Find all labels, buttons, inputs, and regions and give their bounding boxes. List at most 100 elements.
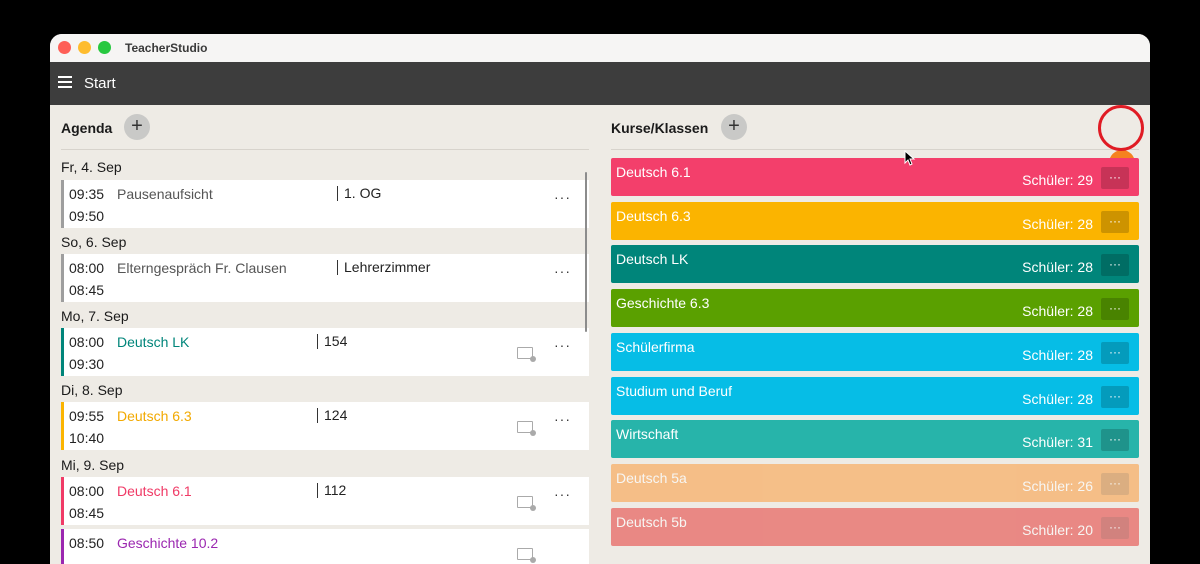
course-card[interactable]: Deutsch LK Schüler: 28 ··· <box>611 245 1139 284</box>
agenda-title: Agenda <box>61 120 113 136</box>
entry-end-time: 09:50 <box>69 208 105 224</box>
entry-end-time: 10:40 <box>69 430 105 446</box>
entry-room: 112 <box>317 483 346 498</box>
entry-subject: Deutsch LK <box>117 334 190 350</box>
agenda-entry[interactable]: 08:00 08:45 Elterngespräch Fr. Clausen L… <box>61 254 589 302</box>
entry-subject: Elterngespräch Fr. Clausen <box>117 260 287 276</box>
course-card[interactable]: Wirtschaft Schüler: 31 ··· <box>611 420 1139 459</box>
course-name: Schülerfirma <box>616 338 695 355</box>
entry-color-bar <box>61 254 64 302</box>
entry-start-time: 08:00 <box>69 260 105 276</box>
course-name: Wirtschaft <box>616 426 679 443</box>
entry-subject: Deutsch 6.1 <box>117 483 192 499</box>
entry-color-bar <box>61 328 64 376</box>
course-more-button[interactable]: ··· <box>1101 516 1129 539</box>
app-title: TeacherStudio <box>125 41 208 55</box>
course-card[interactable]: Deutsch 5b Schüler: 20 ··· <box>611 507 1139 546</box>
entry-more-button[interactable]: ··· <box>554 263 571 279</box>
hamburger-icon[interactable] <box>58 76 72 88</box>
courses-title: Kurse/Klassen <box>611 120 709 136</box>
page-title: Start <box>84 75 116 92</box>
student-count: Schüler: 29 <box>1022 172 1093 188</box>
entry-color-bar <box>61 402 64 450</box>
student-count: Schüler: 28 <box>1022 215 1093 232</box>
course-more-button[interactable]: ··· <box>1101 429 1129 452</box>
course-card[interactable]: Deutsch 6.3 Schüler: 28 ··· <box>611 201 1139 240</box>
agenda-day-label: Fr, 4. Sep <box>61 159 122 175</box>
agenda-day-label: Mo, 7. Sep <box>61 308 129 324</box>
id-card-icon[interactable] <box>517 347 536 362</box>
entry-color-bar <box>61 180 64 228</box>
student-count: Schüler: 28 <box>1022 390 1093 407</box>
course-card[interactable]: Schülerfirma Schüler: 28 ··· <box>611 332 1139 371</box>
title-bar: TeacherStudio <box>50 34 1150 62</box>
course-card[interactable]: Deutsch 5a Schüler: 26 ··· <box>611 463 1139 502</box>
course-card[interactable]: Deutsch 6.1 Schüler: 29 ··· <box>611 158 1139 196</box>
entry-end-time: 09:30 <box>69 356 105 372</box>
agenda-scrollbar[interactable] <box>585 172 587 332</box>
mouse-cursor-icon <box>904 150 916 166</box>
minimize-window-button[interactable] <box>78 41 91 54</box>
course-more-button[interactable]: ··· <box>1101 254 1129 277</box>
entry-subject: Pausenaufsicht <box>117 186 213 202</box>
entry-more-button[interactable]: ··· <box>554 189 571 205</box>
app-window: TeacherStudio Start Agenda + Fr, 4. Sep … <box>50 34 1150 564</box>
entry-color-bar <box>61 477 64 525</box>
entry-room: 1. OG <box>337 186 381 201</box>
entry-subject: Deutsch 6.3 <box>117 408 192 424</box>
entry-room: 124 <box>317 408 347 423</box>
entry-more-button[interactable]: ··· <box>554 486 571 502</box>
student-count: Schüler: 28 <box>1022 259 1093 276</box>
student-count: Schüler: 31 <box>1022 434 1093 451</box>
agenda-divider <box>61 149 589 150</box>
id-card-icon[interactable] <box>517 421 536 436</box>
student-count: Schüler: 28 <box>1022 303 1093 320</box>
course-card[interactable]: Geschichte 6.3 Schüler: 28 ··· <box>611 289 1139 328</box>
courses-divider <box>611 149 1139 150</box>
entry-start-time: 09:55 <box>69 408 105 424</box>
entry-start-time: 08:50 <box>69 535 105 551</box>
course-name: Deutsch 5b <box>616 513 687 530</box>
entry-more-button[interactable]: ··· <box>554 337 571 353</box>
agenda-day-label: Mi, 9. Sep <box>61 457 125 473</box>
agenda-day-label: So, 6. Sep <box>61 234 127 250</box>
course-card[interactable]: Studium und Beruf Schüler: 28 ··· <box>611 376 1139 415</box>
add-course-button[interactable]: + <box>721 114 747 140</box>
entry-start-time: 08:00 <box>69 334 105 350</box>
entry-room: Lehrerzimmer <box>337 260 430 275</box>
agenda-day-label: Di, 8. Sep <box>61 382 123 398</box>
course-more-button[interactable]: ··· <box>1101 167 1129 189</box>
course-name: Deutsch LK <box>616 251 689 268</box>
id-card-icon[interactable] <box>517 496 536 511</box>
course-more-button[interactable]: ··· <box>1101 298 1129 321</box>
student-count: Schüler: 28 <box>1022 346 1093 363</box>
add-agenda-button[interactable]: + <box>124 114 150 140</box>
student-count: Schüler: 20 <box>1022 521 1093 538</box>
entry-room: 154 <box>317 334 347 349</box>
entry-color-bar <box>61 529 64 564</box>
close-window-button[interactable] <box>58 41 71 54</box>
highlight-ring <box>1098 105 1144 151</box>
course-more-button[interactable]: ··· <box>1101 385 1129 408</box>
agenda-entry[interactable]: 08:00 08:45 Deutsch 6.1 112 ··· <box>61 477 589 525</box>
course-name: Deutsch 6.1 <box>616 164 691 180</box>
entry-start-time: 08:00 <box>69 483 105 499</box>
course-more-button[interactable]: ··· <box>1101 472 1129 495</box>
course-name: Deutsch 5a <box>616 469 687 486</box>
entry-start-time: 09:35 <box>69 186 105 202</box>
entry-more-button[interactable]: ··· <box>554 411 571 427</box>
course-more-button[interactable]: ··· <box>1101 210 1129 233</box>
agenda-entry[interactable]: 09:55 10:40 Deutsch 6.3 124 ··· <box>61 402 589 450</box>
entry-subject: Geschichte 10.2 <box>117 535 219 551</box>
id-card-icon[interactable] <box>517 548 536 563</box>
agenda-entry[interactable]: 08:00 09:30 Deutsch LK 154 ··· <box>61 328 589 376</box>
entry-end-time: 08:45 <box>69 282 105 298</box>
course-name: Studium und Beruf <box>616 382 732 399</box>
entry-end-time: 08:45 <box>69 505 105 521</box>
agenda-entry[interactable]: 08:50 Geschichte 10.2 <box>61 529 589 564</box>
agenda-entry[interactable]: 09:35 09:50 Pausenaufsicht 1. OG ··· <box>61 180 589 228</box>
course-more-button[interactable]: ··· <box>1101 341 1129 364</box>
app-header: Start <box>50 62 1150 105</box>
course-name: Geschichte 6.3 <box>616 295 710 312</box>
zoom-window-button[interactable] <box>98 41 111 54</box>
